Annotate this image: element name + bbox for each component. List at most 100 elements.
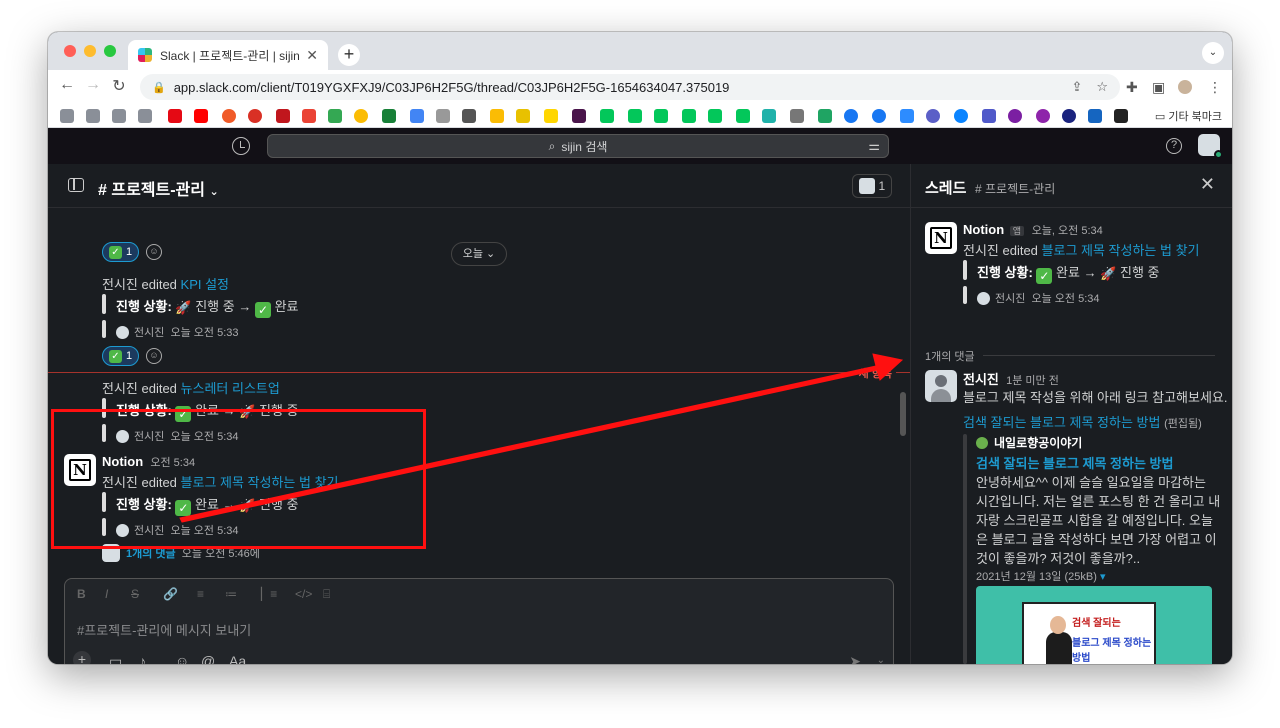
scrollbar[interactable] bbox=[900, 392, 906, 436]
forward-arrow-icon[interactable]: → bbox=[82, 76, 104, 94]
bookmark-icon[interactable] bbox=[762, 109, 776, 123]
bookmark-icon[interactable] bbox=[490, 109, 504, 123]
facebook-icon[interactable] bbox=[872, 109, 886, 123]
emoji-icon[interactable]: ☺ bbox=[175, 653, 189, 664]
user-avatar[interactable] bbox=[1198, 134, 1223, 159]
unfurl-title[interactable]: 검색 잘되는 블로그 제목 정하는 방법 bbox=[976, 453, 1173, 472]
message-composer[interactable]: B I S 🔗 ≡ ≔ ▏≡ </> ⌸ #프로젝트-관리에 메시지 보내기 +… bbox=[64, 578, 894, 664]
folder-icon[interactable] bbox=[138, 109, 152, 123]
side-panel-icon[interactable]: ▣ bbox=[1152, 79, 1165, 96]
reply-user-name[interactable]: 전시진 bbox=[963, 372, 999, 387]
youtube-icon[interactable] bbox=[194, 109, 208, 123]
bookmark-icon[interactable] bbox=[436, 109, 450, 123]
italic-icon[interactable]: I bbox=[105, 587, 108, 601]
bookmark-icon[interactable] bbox=[818, 109, 832, 123]
play-icon[interactable] bbox=[1088, 109, 1102, 123]
video-icon[interactable]: ▭ bbox=[109, 653, 122, 664]
format-text-icon[interactable]: Aa bbox=[229, 653, 246, 664]
reply-time[interactable]: 1분 미만 전 bbox=[1006, 375, 1059, 387]
drive-icon[interactable] bbox=[328, 109, 342, 123]
members-button[interactable]: 1 bbox=[852, 174, 892, 198]
code-icon[interactable]: </> bbox=[295, 587, 312, 601]
link-icon[interactable]: 🔗 bbox=[163, 587, 178, 601]
thread-channel[interactable]: # 프로젝트-관리 bbox=[975, 180, 1055, 197]
microphone-icon[interactable]: ♪ bbox=[139, 653, 146, 664]
bookmark-icon[interactable] bbox=[382, 109, 396, 123]
newsletter-link[interactable]: 뉴스레터 리스트업 bbox=[181, 381, 280, 396]
tab-close-icon[interactable]: ✕ bbox=[306, 47, 318, 64]
blog-icon[interactable] bbox=[682, 109, 696, 123]
code-block-icon[interactable]: ⌸ bbox=[323, 587, 330, 602]
bookmark-icon[interactable] bbox=[926, 109, 940, 123]
ordered-list-icon[interactable]: ≡ bbox=[197, 587, 204, 601]
reload-icon[interactable]: ↻ bbox=[108, 76, 130, 96]
strikethrough-icon[interactable]: S bbox=[131, 587, 139, 601]
search-filter-icon[interactable]: ⚌ bbox=[868, 138, 880, 154]
facebook-icon[interactable] bbox=[844, 109, 858, 123]
cloud-icon[interactable] bbox=[954, 109, 968, 123]
reaction-check[interactable]: ✓ 1 bbox=[102, 242, 140, 262]
bookmark-icon[interactable] bbox=[248, 109, 262, 123]
naver-icon[interactable] bbox=[628, 109, 642, 123]
message-time[interactable]: 오늘, 오전 5:34 bbox=[1032, 225, 1103, 237]
address-bar[interactable]: 🔒 app.slack.com/client/T019YGXFXJ9/C03JP… bbox=[140, 74, 1120, 100]
send-options-chevron-icon[interactable]: ⌄ bbox=[877, 655, 885, 664]
calendar-icon[interactable] bbox=[410, 109, 424, 123]
netflix-icon[interactable] bbox=[168, 109, 182, 123]
bookmark-icon[interactable] bbox=[1008, 109, 1022, 123]
reply-link[interactable]: 검색 잘되는 블로그 제목 정하는 방법 bbox=[963, 415, 1160, 430]
sidebar-toggle-icon[interactable] bbox=[68, 178, 84, 192]
history-clock-icon[interactable] bbox=[232, 137, 250, 155]
date-divider-button[interactable]: 오늘 ⌄ bbox=[451, 242, 507, 266]
add-reaction-icon[interactable]: ☺ bbox=[146, 244, 162, 260]
reply-count[interactable]: 1개의 댓글 bbox=[126, 548, 176, 560]
bookmark-icon[interactable] bbox=[462, 109, 476, 123]
browser-tab[interactable]: Slack | 프로젝트-관리 | sijin ✕ bbox=[128, 40, 328, 70]
folder-icon[interactable] bbox=[60, 109, 74, 123]
plus-icon[interactable]: + bbox=[73, 651, 91, 664]
sender-name[interactable]: Notion bbox=[963, 222, 1004, 237]
folder-icon[interactable] bbox=[86, 109, 100, 123]
close-icon[interactable]: ✕ bbox=[1200, 174, 1215, 195]
composer-placeholder[interactable]: #프로젝트-관리에 메시지 보내기 bbox=[77, 620, 251, 639]
kpi-link[interactable]: KPI 설정 bbox=[181, 277, 230, 292]
send-icon[interactable]: ➤ bbox=[849, 653, 861, 664]
bookmark-icon[interactable] bbox=[736, 109, 750, 123]
slack-icon[interactable] bbox=[572, 109, 586, 123]
help-icon[interactable]: ? bbox=[1166, 138, 1182, 154]
bookmark-icon[interactable] bbox=[276, 109, 290, 123]
bold-icon[interactable]: B bbox=[77, 587, 86, 601]
profile-avatar-icon[interactable] bbox=[1178, 80, 1192, 94]
search-input[interactable]: ⌕ sijin 검색 ⚌ bbox=[267, 134, 889, 158]
unfurl-meta[interactable]: 2021년 12월 13일 (25kB) ▾ bbox=[976, 568, 1105, 584]
reaction-check[interactable]: ✓ 1 bbox=[102, 346, 140, 366]
bookmark-star-icon[interactable]: ☆ bbox=[1096, 79, 1108, 95]
block-quote-icon[interactable]: ▏≡ bbox=[261, 587, 277, 601]
reply-user-avatar[interactable] bbox=[925, 370, 957, 402]
naver-icon[interactable] bbox=[654, 109, 668, 123]
bookmark-icon[interactable] bbox=[516, 109, 530, 123]
blog-link[interactable]: 블로그 제목 작성하는 법 찾기 bbox=[1042, 243, 1200, 258]
bookmark-icon[interactable] bbox=[1114, 109, 1128, 123]
bookmark-icon[interactable] bbox=[544, 109, 558, 123]
teams-icon[interactable] bbox=[982, 109, 996, 123]
bullet-list-icon[interactable]: ≔ bbox=[225, 587, 237, 601]
bookmark-icon[interactable] bbox=[1036, 109, 1050, 123]
channel-name[interactable]: # 프로젝트-관리 ⌄ bbox=[98, 176, 219, 200]
close-window-button[interactable] bbox=[64, 45, 76, 57]
browser-menu-icon[interactable]: ⋮ bbox=[1208, 79, 1222, 96]
share-icon[interactable]: ⇪ bbox=[1071, 79, 1082, 95]
tab-search-icon[interactable]: ⌄ bbox=[1202, 42, 1224, 64]
minimize-window-button[interactable] bbox=[84, 45, 96, 57]
bookmark-icon[interactable] bbox=[222, 109, 236, 123]
unfurl-preview-image[interactable]: 검색 잘되는 블로그 제목 정하는 방법 bbox=[976, 586, 1212, 664]
new-tab-button[interactable]: + bbox=[338, 44, 360, 66]
blog-icon[interactable] bbox=[708, 109, 722, 123]
mention-icon[interactable]: @ bbox=[201, 653, 215, 664]
photos-icon[interactable] bbox=[354, 109, 368, 123]
add-reaction-icon[interactable]: ☺ bbox=[146, 348, 162, 364]
zoom-icon[interactable] bbox=[900, 109, 914, 123]
extensions-icon[interactable]: ✚ bbox=[1126, 79, 1138, 96]
back-arrow-icon[interactable]: ← bbox=[56, 76, 78, 94]
other-bookmarks[interactable]: ▭ 기타 북마크 bbox=[1155, 108, 1222, 124]
